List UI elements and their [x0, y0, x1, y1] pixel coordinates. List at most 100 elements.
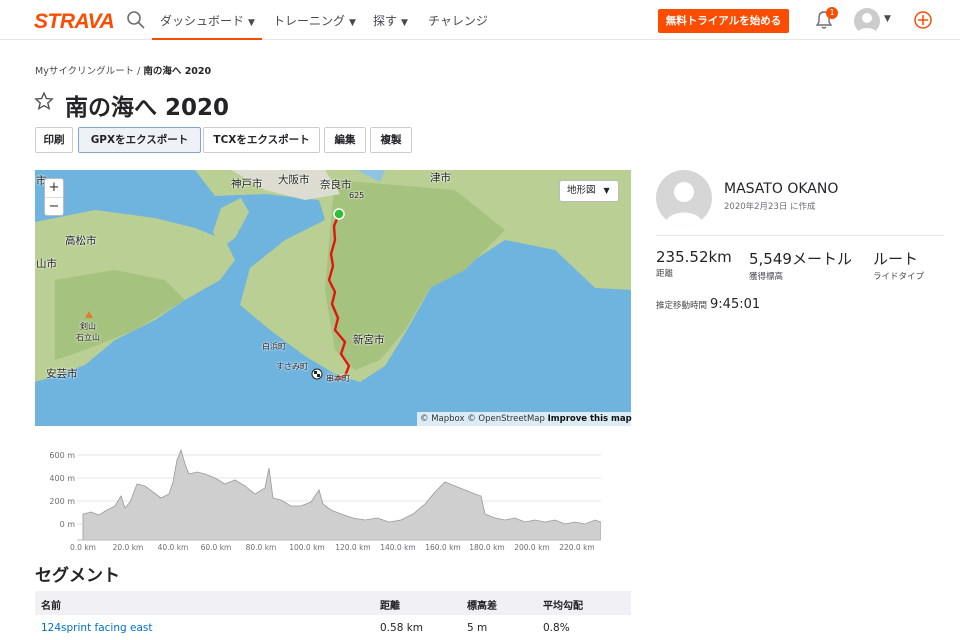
x-tick: 180.0 km — [469, 543, 505, 552]
map-label-susami: すさみ町 — [276, 362, 308, 371]
nav-dashboard[interactable]: ダッシュボード ▼ — [160, 12, 255, 29]
chevron-down-icon: ▼ — [603, 186, 610, 195]
segment-elevation: 5 m — [467, 622, 488, 634]
chevron-down-icon: ▼ — [401, 18, 408, 28]
x-tick: 60.0 km — [201, 543, 232, 552]
active-nav-indicator — [152, 38, 262, 40]
map-label-ishizuchi: 石立山 — [76, 333, 100, 342]
edit-button[interactable]: 編集 — [324, 127, 366, 153]
map-terrain — [35, 170, 631, 426]
column-header-name[interactable]: 名前 — [41, 597, 61, 612]
owner-name[interactable]: MASATO OKANO — [724, 181, 838, 197]
y-tick: 400 m — [49, 474, 75, 483]
stat-label: 獲得標高 — [749, 272, 784, 282]
search-icon[interactable] — [126, 10, 146, 30]
x-tick: 120.0 km — [335, 543, 371, 552]
map-label-kushimoto: 串本町 — [326, 374, 350, 383]
x-tick: 140.0 km — [380, 543, 416, 552]
strava-logo[interactable]: STRAVA — [34, 10, 115, 34]
nav-training-label: トレーニング — [273, 14, 346, 28]
elevation-profile[interactable]: 600 m 400 m 200 m 0 m 0.0 km 20.0 km 40.… — [35, 440, 601, 555]
map-zoom-control: + − — [44, 178, 64, 216]
map-label-shirahama: 白浜町 — [262, 342, 286, 351]
breadcrumb-separator: / — [134, 66, 144, 77]
x-tick: 220.0 km — [559, 543, 595, 552]
x-tick: 40.0 km — [158, 543, 189, 552]
start-trial-button[interactable]: 無料トライアルを始める — [658, 9, 789, 33]
estimated-moving-time: 推定移動時間 9:45:01 — [656, 293, 760, 312]
stat-distance: 235.52km 距離 — [656, 248, 732, 279]
map-label-shingu: 新宮市 — [353, 334, 385, 346]
map-label-takamatsu: 高松市 — [65, 235, 97, 247]
export-tcx-button[interactable]: TCXをエクスポート — [203, 127, 320, 153]
chevron-down-icon: ▼ — [248, 18, 255, 28]
owner-avatar[interactable] — [656, 170, 712, 226]
zoom-out-button[interactable]: − — [45, 197, 63, 215]
column-header-distance[interactable]: 距離 — [380, 597, 400, 612]
notification-badge: 1 — [826, 7, 838, 19]
stat-label: ライドタイプ — [873, 272, 925, 282]
stat-elevation-gain: 5,549メートル 獲得標高 — [749, 248, 852, 282]
map-label-mountain: 剣山 — [80, 322, 96, 331]
divider — [656, 235, 944, 236]
chevron-down-icon: ▼ — [349, 18, 356, 28]
segment-distance: 0.58 km — [380, 622, 424, 634]
attribution-text[interactable]: © Mapbox © OpenStreetMap — [420, 414, 545, 424]
map-label-tsu: 津市 — [430, 172, 451, 184]
user-silhouette-icon — [664, 182, 704, 226]
nav-training[interactable]: トレーニング ▼ — [273, 12, 356, 29]
column-header-grade[interactable]: 平均勾配 — [543, 597, 583, 612]
nav-explore-label: 探す — [373, 14, 398, 28]
star-icon[interactable] — [34, 91, 54, 111]
y-axis-labels: 600 m 400 m 200 m 0 m — [49, 451, 75, 529]
stat-label: 距離 — [656, 269, 674, 279]
stat-value: 235.52km — [656, 248, 732, 266]
created-date: 2020年2月23日 に作成 — [724, 202, 816, 212]
print-button[interactable]: 印刷 — [35, 127, 73, 153]
chevron-down-icon[interactable]: ▼ — [884, 14, 891, 24]
stat-ride-type: ルート ライドタイプ — [873, 248, 924, 282]
map-road-number: 625 — [349, 191, 365, 200]
breadcrumb-current: 南の海へ 2020 — [143, 66, 212, 77]
nav-challenges-label: チャレンジ — [428, 14, 488, 28]
table-row: 124sprint facing east 0.58 km 5 m 0.8% — [35, 616, 631, 640]
x-tick: 100.0 km — [289, 543, 325, 552]
moving-time-value: 9:45:01 — [710, 297, 761, 312]
user-silhouette-icon — [857, 13, 877, 34]
top-navigation-bar: STRAVA ダッシュボード ▼ トレーニング ▼ 探す ▼ チャレンジ 無料トライア… — [0, 0, 960, 40]
segments-heading: セグメント — [35, 566, 120, 586]
map-attribution: © Mapbox © OpenStreetMap Improve this ma… — [417, 412, 635, 426]
y-tick: 600 m — [49, 451, 75, 460]
x-tick: 0.0 km — [70, 543, 96, 552]
nav-challenges[interactable]: チャレンジ — [428, 12, 488, 29]
segment-grade: 0.8% — [543, 622, 570, 634]
stat-value: ルート — [873, 250, 919, 268]
breadcrumb: Myサイクリングルート / 南の海へ 2020 — [35, 63, 211, 77]
nav-dashboard-label: ダッシュボード — [160, 14, 245, 28]
nav-explore[interactable]: 探す ▼ — [373, 12, 408, 29]
plus-circle-icon[interactable] — [913, 10, 933, 30]
x-tick: 80.0 km — [246, 543, 277, 552]
zoom-in-button[interactable]: + — [45, 179, 63, 197]
column-header-elevation[interactable]: 標高差 — [467, 597, 497, 612]
x-tick: 200.0 km — [514, 543, 550, 552]
map-label-aki: 安芸市 — [46, 368, 78, 380]
stat-value: 5,549メートル — [749, 250, 852, 268]
export-gpx-button[interactable]: GPXをエクスポート — [78, 127, 201, 153]
improve-map-link[interactable]: Improve this map — [548, 414, 632, 424]
map-type-dropdown[interactable]: 地形図 ▼ — [559, 180, 619, 202]
breadcrumb-parent-link[interactable]: Myサイクリングルート — [35, 66, 134, 77]
segment-name-link[interactable]: 124sprint facing east — [41, 622, 152, 634]
map-type-label: 地形図 — [567, 185, 596, 196]
map-label-kobe: 神戸市 — [231, 178, 263, 190]
user-avatar[interactable] — [854, 8, 880, 34]
x-tick: 160.0 km — [425, 543, 461, 552]
y-tick: 0 m — [60, 520, 76, 529]
route-map[interactable] — [35, 170, 631, 426]
segments-table-header: 名前 距離 標高差 平均勾配 — [35, 591, 631, 615]
y-tick: 200 m — [49, 497, 75, 506]
map-label-nara: 奈良市 — [320, 179, 352, 191]
map-label: 山市 — [36, 258, 57, 270]
duplicate-button[interactable]: 複製 — [370, 127, 412, 153]
x-axis-labels: 0.0 km 20.0 km 40.0 km 60.0 km 80.0 km 1… — [70, 543, 595, 552]
